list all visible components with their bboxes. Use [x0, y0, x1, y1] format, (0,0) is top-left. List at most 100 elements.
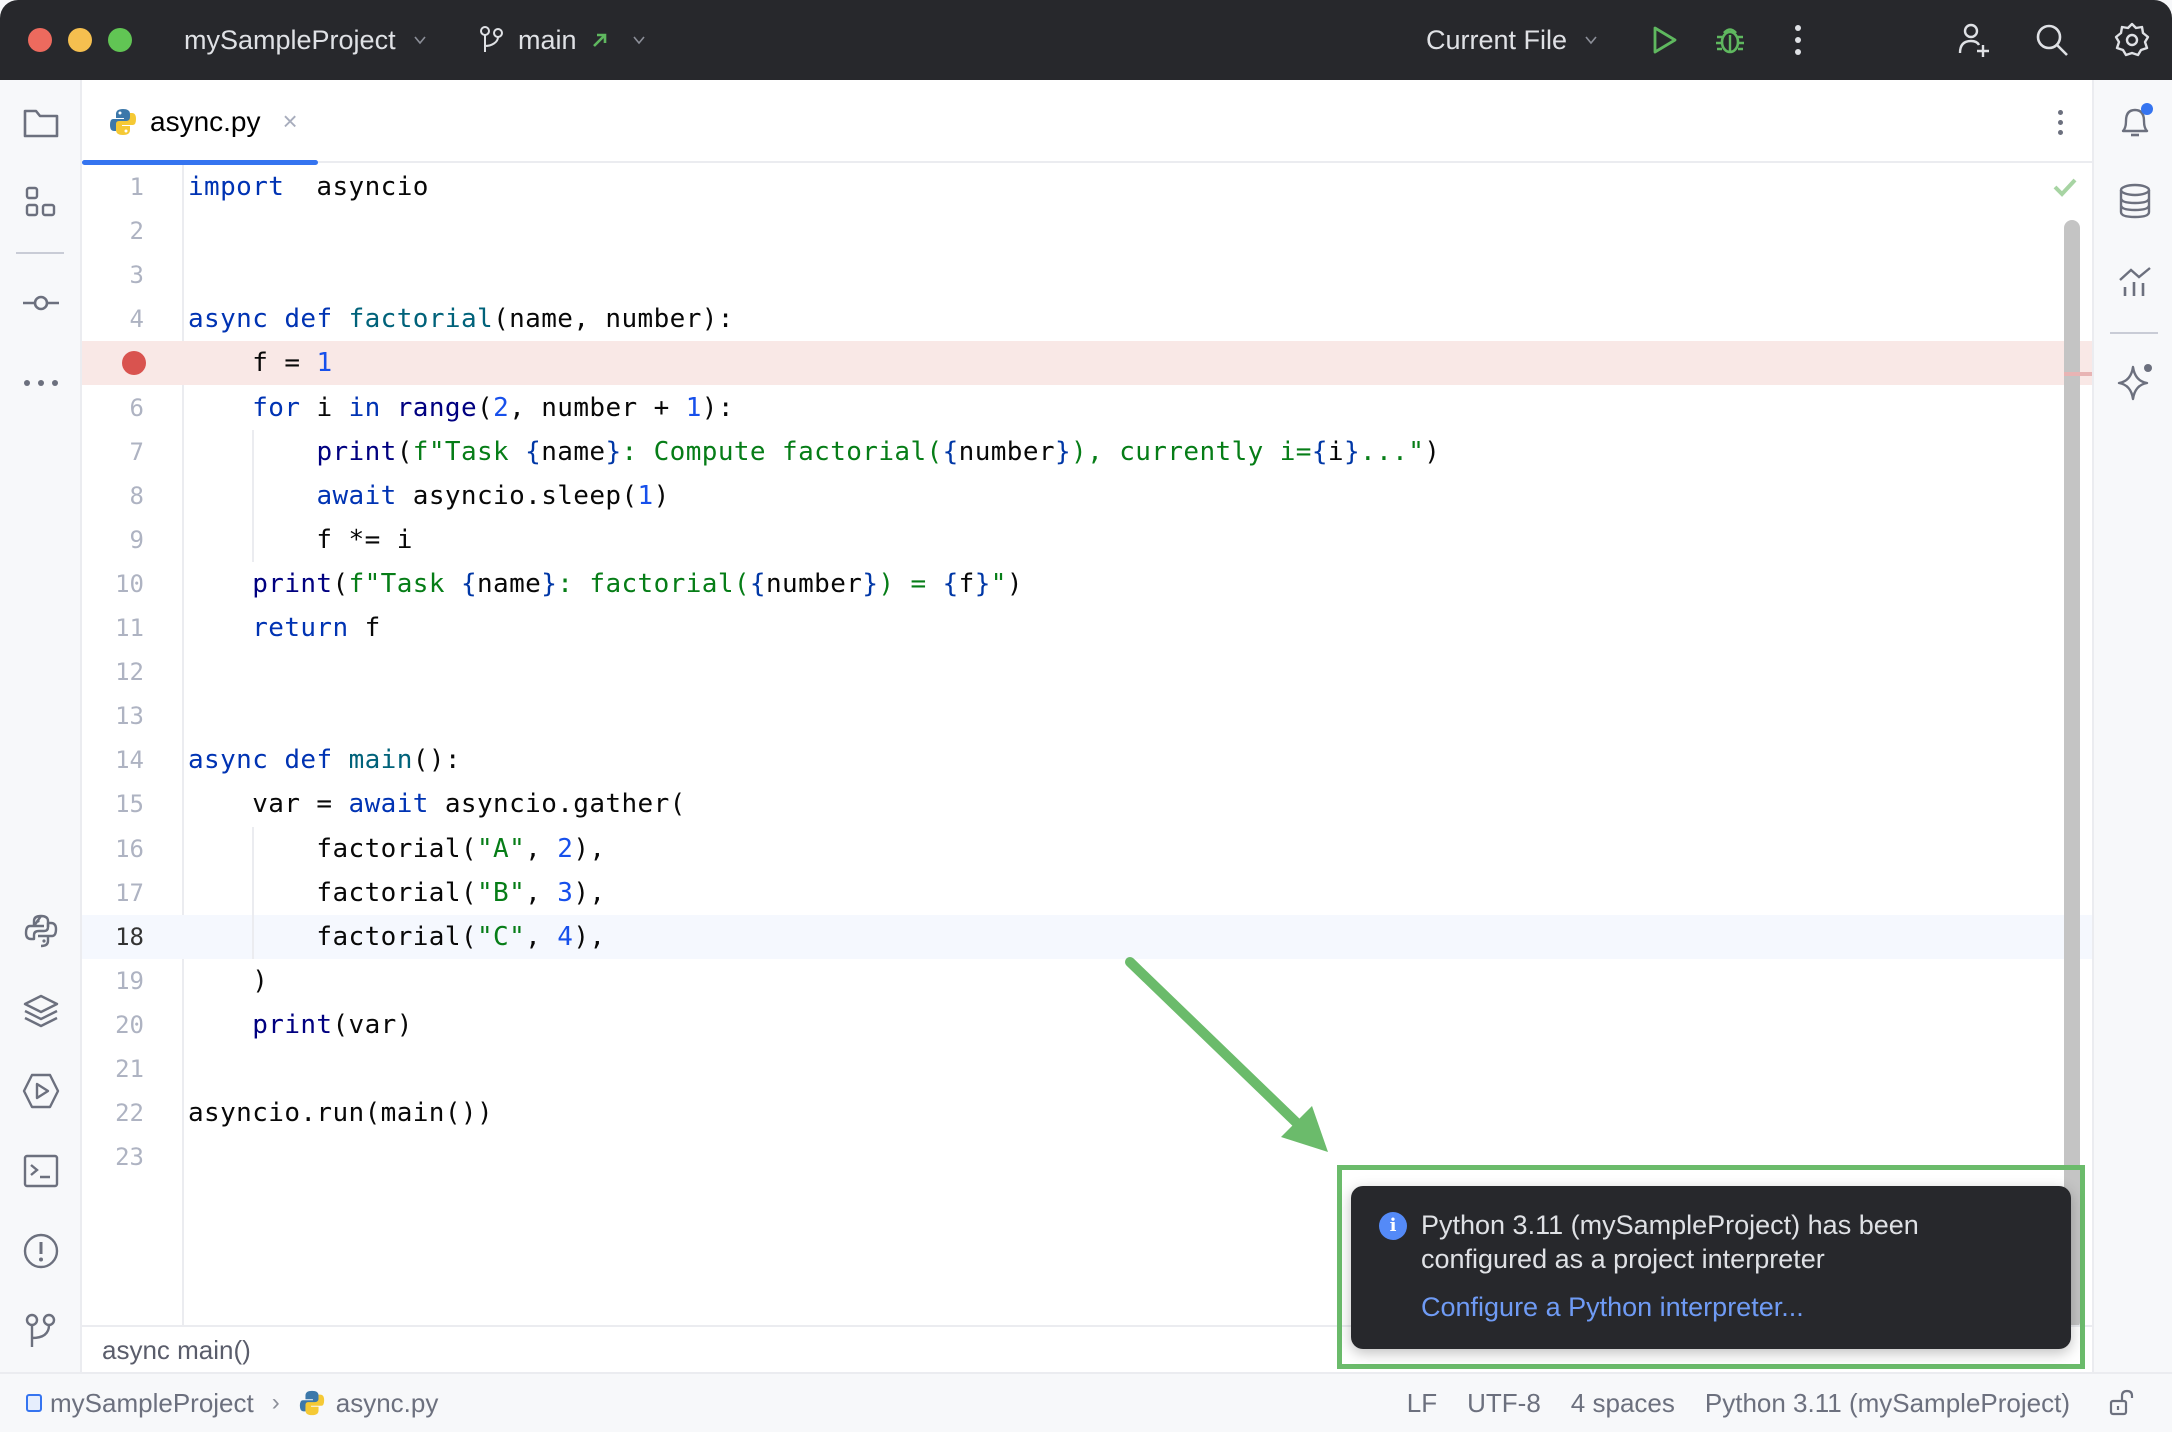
- code-line[interactable]: 6 for i in range(2, number + 1):: [82, 386, 2092, 430]
- code-line[interactable]: 19 ): [82, 959, 2092, 1003]
- terminal-button[interactable]: [20, 1150, 62, 1192]
- code-line[interactable]: 4 async def factorial(name, number):: [82, 297, 2092, 341]
- line-number[interactable]: 1: [82, 165, 144, 209]
- line-number[interactable]: 12: [82, 650, 144, 694]
- tab-async-py[interactable]: async.py ×: [82, 80, 318, 165]
- code-line[interactable]: 21: [82, 1047, 2092, 1091]
- window-close-button[interactable]: [28, 28, 52, 52]
- encoding-widget[interactable]: UTF-8: [1467, 1388, 1541, 1419]
- line-number[interactable]: 14: [82, 738, 144, 782]
- more-actions-button[interactable]: [1778, 20, 1818, 60]
- code-line[interactable]: 18 factorial("C", 4),: [82, 914, 2092, 959]
- editor-tab-bar: async.py ×: [82, 80, 2092, 165]
- notification-balloon: i Python 3.11 (mySampleProject) has been…: [1351, 1186, 2071, 1349]
- line-number[interactable]: 8: [82, 474, 144, 518]
- folder-icon: [23, 109, 59, 138]
- line-number[interactable]: 23: [82, 1135, 144, 1179]
- notifications-button[interactable]: [2114, 100, 2156, 142]
- code-line[interactable]: 15 var = await asyncio.gather(: [82, 782, 2092, 826]
- code-line[interactable]: 9 f *= i: [82, 518, 2092, 562]
- line-number[interactable]: 18: [82, 915, 144, 959]
- code-text: var = await asyncio.gather(: [188, 789, 686, 820]
- line-number[interactable]: 2: [82, 209, 144, 253]
- line-separator-widget[interactable]: LF: [1407, 1388, 1437, 1419]
- run-config-selector[interactable]: Current File: [1426, 0, 1599, 80]
- project-selector[interactable]: mySampleProject: [184, 0, 428, 80]
- status-bar: mySampleProject › async.py LF UTF-8 4 sp…: [0, 1372, 2172, 1432]
- search-button[interactable]: [2032, 20, 2072, 60]
- debug-button[interactable]: [1710, 20, 1750, 60]
- line-number[interactable]: 10: [82, 562, 144, 606]
- tab-label: async.py: [150, 105, 261, 137]
- services-button[interactable]: [20, 1070, 62, 1112]
- navigation-bar: mySampleProject › async.py: [26, 1374, 438, 1432]
- code-line[interactable]: f = 1: [82, 341, 2092, 386]
- line-number[interactable]: 4: [82, 297, 144, 341]
- sciview-button[interactable]: [2114, 260, 2156, 302]
- line-number[interactable]: 13: [82, 694, 144, 738]
- code-line[interactable]: 14 async def main():: [82, 738, 2092, 782]
- line-number[interactable]: 22: [82, 1091, 144, 1135]
- code-line[interactable]: 10 print(f"Task {name}: factorial({numbe…: [82, 562, 2092, 606]
- branch-name: main: [518, 24, 577, 55]
- code-line[interactable]: 13: [82, 694, 2092, 738]
- python-icon: [24, 914, 58, 948]
- tab-options-button[interactable]: [2050, 102, 2070, 142]
- code-line[interactable]: 8 await asyncio.sleep(1): [82, 474, 2092, 518]
- code-text: for i in range(2, number + 1):: [252, 392, 734, 423]
- line-number[interactable]: 17: [82, 871, 144, 915]
- line-number[interactable]: 19: [82, 959, 144, 1003]
- chevron-down-icon: [1585, 36, 1597, 45]
- code-line[interactable]: 2: [82, 209, 2092, 253]
- warning-circle-icon: [23, 1233, 59, 1269]
- problems-button[interactable]: [20, 1230, 62, 1272]
- ai-assistant-button[interactable]: [2114, 360, 2156, 402]
- code-line[interactable]: 11 return f: [82, 606, 2092, 650]
- nav-project[interactable]: mySampleProject: [50, 1388, 254, 1419]
- git-button[interactable]: [20, 1310, 62, 1352]
- configure-interpreter-link[interactable]: Configure a Python interpreter...: [1421, 1292, 1804, 1323]
- python-console-button[interactable]: [20, 910, 62, 952]
- code-line[interactable]: 3: [82, 253, 2092, 297]
- interpreter-widget[interactable]: Python 3.11 (mySampleProject): [1705, 1388, 2070, 1419]
- more-tools-button[interactable]: [20, 362, 62, 404]
- window-maximize-button[interactable]: [108, 28, 132, 52]
- line-number[interactable]: 9: [82, 518, 144, 562]
- unlock-icon[interactable]: [2108, 1389, 2136, 1417]
- code-line[interactable]: 22 asyncio.run(main()): [82, 1091, 2092, 1135]
- line-number[interactable]: 21: [82, 1047, 144, 1091]
- line-number[interactable]: 3: [82, 253, 144, 297]
- info-icon: i: [1379, 1212, 1407, 1240]
- run-button[interactable]: [1644, 20, 1684, 60]
- vertical-scrollbar[interactable]: [2064, 220, 2080, 1330]
- project-view-button[interactable]: [20, 102, 62, 144]
- code-line[interactable]: 17 factorial("B", 3),: [82, 871, 2092, 915]
- line-number[interactable]: 16: [82, 827, 144, 871]
- code-line[interactable]: 16 factorial("A", 2),: [82, 827, 2092, 871]
- window-minimize-button[interactable]: [68, 28, 92, 52]
- commit-button[interactable]: [20, 282, 62, 324]
- code-breadcrumb[interactable]: async main(): [102, 1327, 251, 1374]
- close-tab-button[interactable]: ×: [283, 106, 298, 137]
- branch-selector[interactable]: main: [478, 0, 647, 80]
- database-button[interactable]: [2114, 180, 2156, 222]
- indent-widget[interactable]: 4 spaces: [1571, 1388, 1675, 1419]
- code-text: async def factorial(name, number):: [188, 304, 734, 335]
- python-packages-button[interactable]: [20, 990, 62, 1032]
- code-line[interactable]: 12: [82, 650, 2092, 694]
- nav-file[interactable]: async.py: [336, 1388, 439, 1419]
- line-number[interactable]: 7: [82, 430, 144, 474]
- code-line[interactable]: 7 print(f"Task {name}: Compute factorial…: [82, 430, 2092, 474]
- settings-button[interactable]: [2112, 20, 2152, 60]
- line-number[interactable]: 15: [82, 782, 144, 826]
- structure-button[interactable]: [20, 182, 62, 224]
- play-icon: [1653, 26, 1677, 54]
- line-number[interactable]: 11: [82, 606, 144, 650]
- line-number[interactable]: 6: [82, 386, 144, 430]
- code-line[interactable]: 20 print(var): [82, 1003, 2092, 1047]
- chevron-right-icon: ›: [271, 1389, 280, 1416]
- code-line[interactable]: 1 import asyncio: [82, 165, 2092, 209]
- breakpoint-icon[interactable]: [122, 351, 146, 376]
- add-user-button[interactable]: [1954, 20, 1994, 60]
- line-number[interactable]: 20: [82, 1003, 144, 1047]
